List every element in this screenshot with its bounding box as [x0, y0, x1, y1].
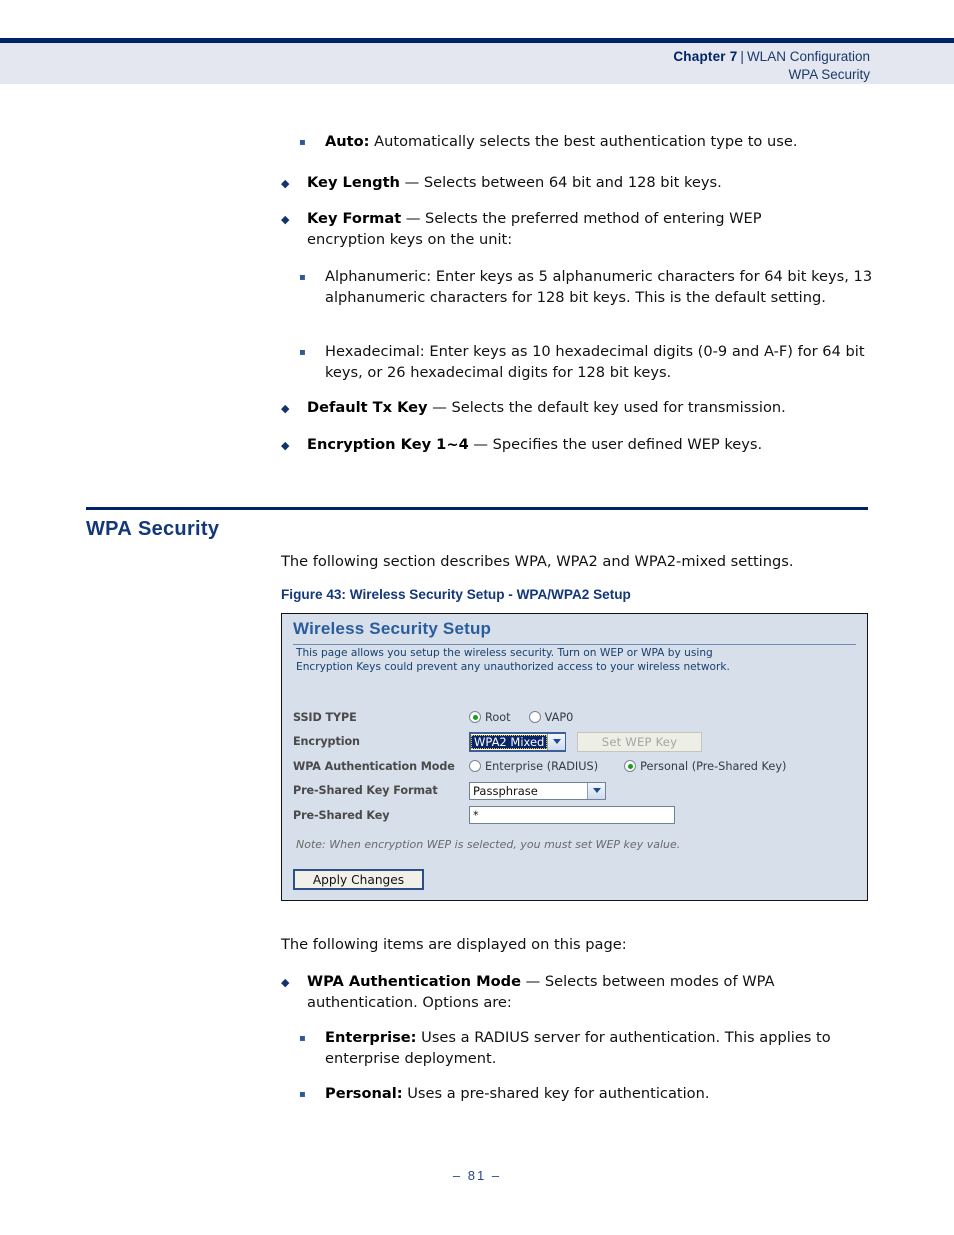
radio-label: VAP0: [544, 710, 574, 724]
form-row-ssid-type: SSID TYPE Root VAP0: [293, 705, 859, 730]
diamond-bullet-icon: ◆: [281, 402, 290, 415]
list-item-text: Hexadecimal: Enter keys as 10 hexadecima…: [325, 343, 865, 381]
section-heading-rest: Security: [137, 518, 220, 540]
list-item-bold: Default Tx Key: [307, 399, 428, 416]
list-item-text: Key Length — Selects between 64 bit and …: [307, 174, 722, 191]
list-item: ◆ Encryption Key 1~4 — Specifies the use…: [281, 434, 871, 456]
ui-title-divider: [293, 644, 856, 645]
form-row-wpa-auth-mode: WPA Authentication Mode Enterprise (RADI…: [293, 754, 859, 779]
psk-label: Pre-Shared Key: [293, 808, 390, 822]
list-item: ◆ WPA Authentication Mode — Selects betw…: [281, 971, 826, 1013]
radio-checked-icon[interactable]: [624, 760, 637, 773]
list-item: ◆ Key Format — Selects the preferred met…: [281, 208, 811, 250]
header-separator: |: [740, 49, 744, 64]
page-header: Chapter 7 | WLAN Configuration WPA Securit…: [0, 38, 954, 84]
section-intro: The following section describes WPA, WPA…: [281, 553, 794, 570]
list-item: ▪ Auto: Automatically selects the best a…: [299, 131, 871, 153]
list-item: ▪ Alphanumeric: Enter keys as 5 alphanum…: [299, 266, 884, 308]
ui-panel-title: Wireless Security Setup: [293, 619, 492, 638]
chapter-label: Chapter 7: [673, 49, 738, 64]
radio-label: Personal (Pre-Shared Key): [640, 759, 787, 773]
header-text-block: Chapter 7 | WLAN Configuration WPA Securit…: [673, 48, 870, 84]
psk-input-value: *: [473, 808, 479, 822]
bottom-intro: The following items are displayed on thi…: [281, 936, 627, 953]
section-heading-first: WPA: [86, 518, 133, 540]
radio-ssid-root[interactable]: Root: [469, 711, 511, 724]
set-wep-key-button[interactable]: Set WEP Key: [577, 731, 702, 752]
diamond-bullet-icon: ◆: [281, 213, 290, 226]
psk-field: *: [469, 806, 675, 825]
diamond-bullet-icon: ◆: [281, 439, 290, 452]
form-row-psk-format: Pre-Shared Key Format Passphrase: [293, 779, 859, 804]
list-item: ◆ Key Length — Selects between 64 bit an…: [281, 172, 871, 194]
radio-unchecked-icon[interactable]: [528, 711, 541, 724]
ui-panel-description: This page allows you setup the wireless …: [296, 647, 851, 674]
list-item-text: Alphanumeric: Enter keys as 5 alphanumer…: [325, 268, 873, 306]
page-title: WPA Security: [86, 518, 219, 541]
psk-input[interactable]: *: [469, 806, 675, 825]
wpa-auth-mode-label: WPA Authentication Mode: [293, 759, 455, 773]
list-item-bold: Key Length: [307, 174, 400, 191]
radio-label: Enterprise (RADIUS): [485, 759, 599, 773]
ssid-type-label: SSID TYPE: [293, 710, 357, 724]
radio-wpa-personal[interactable]: Personal (Pre-Shared Key): [624, 760, 786, 773]
square-bullet-icon: ▪: [299, 272, 306, 283]
encryption-field: WPA2 Mixed Set WEP Key: [469, 731, 702, 752]
square-bullet-icon: ▪: [299, 1089, 306, 1100]
list-item: ▪ Personal: Uses a pre-shared key for au…: [299, 1083, 877, 1105]
list-item: ▪ Enterprise: Uses a RADIUS server for a…: [299, 1027, 877, 1069]
list-item-bold: Encryption Key 1~4: [307, 436, 469, 453]
list-item-bold: WPA Authentication Mode: [307, 973, 522, 990]
figure-wireless-security-setup: Wireless Security Setup This page allows…: [281, 613, 868, 901]
form-row-psk: Pre-Shared Key *: [293, 803, 859, 828]
radio-wpa-enterprise[interactable]: Enterprise (RADIUS): [469, 760, 598, 773]
radio-label: Root: [485, 710, 511, 724]
encryption-select-value: WPA2 Mixed: [471, 734, 548, 749]
ui-description-line-1: This page allows you setup the wireless …: [296, 647, 713, 659]
radio-checked-icon[interactable]: [469, 711, 481, 724]
list-item-text: Key Format — Selects the preferred metho…: [307, 210, 762, 248]
list-item-text: Encryption Key 1~4 — Specifies the user …: [307, 436, 763, 453]
square-bullet-icon: ▪: [299, 347, 306, 358]
list-item-bold: Enterprise:: [325, 1029, 417, 1046]
chevron-down-icon[interactable]: [587, 782, 605, 799]
psk-format-label: Pre-Shared Key Format: [293, 784, 438, 798]
square-bullet-icon: ▪: [299, 1033, 306, 1044]
list-item: ▪ Hexadecimal: Enter keys as 10 hexadeci…: [299, 341, 894, 383]
chevron-down-icon[interactable]: [547, 733, 566, 750]
list-item-text: Enterprise: Uses a RADIUS server for aut…: [325, 1029, 831, 1067]
header-subtitle: WPA Security: [788, 66, 870, 82]
list-item-bold: Key Format: [307, 210, 402, 227]
list-item-bold: Personal:: [325, 1085, 403, 1102]
psk-format-field: Passphrase: [469, 781, 606, 800]
section-divider: [86, 507, 868, 510]
diamond-bullet-icon: ◆: [281, 177, 290, 190]
form-row-encryption: Encryption WPA2 Mixed Set WEP Key: [293, 730, 859, 755]
radio-unchecked-icon[interactable]: [469, 760, 481, 773]
list-item-text: Default Tx Key — Selects the default key…: [307, 399, 786, 416]
radio-ssid-vap0[interactable]: VAP0: [528, 710, 574, 724]
list-item: ◆ Default Tx Key — Selects the default k…: [281, 397, 871, 419]
ui-description-line-2: Encryption Keys could prevent any unauth…: [296, 660, 730, 673]
ui-form: SSID TYPE Root VAP0 Encryption WPA2 Mixe…: [293, 705, 859, 828]
apply-changes-button[interactable]: Apply Changes: [293, 869, 424, 890]
square-bullet-icon: ▪: [299, 137, 306, 148]
list-item-text: WPA Authentication Mode — Selects betwee…: [307, 973, 775, 1011]
list-item-text: Auto: Automatically selects the best aut…: [325, 133, 798, 150]
wpa-auth-mode-radio-group: Enterprise (RADIUS) Personal (Pre-Shared…: [469, 760, 804, 773]
psk-format-select-value: Passphrase: [473, 783, 538, 798]
ui-note: Note: When encryption WEP is selected, y…: [296, 838, 681, 851]
diamond-bullet-icon: ◆: [281, 976, 290, 989]
figure-caption: Figure 43: Wireless Security Setup - WPA…: [281, 587, 631, 602]
chapter-title: WLAN Configuration: [746, 49, 870, 64]
psk-format-select[interactable]: Passphrase: [469, 781, 606, 800]
list-item-bold: Auto:: [325, 133, 370, 150]
ssid-type-radio-group: Root VAP0: [469, 711, 591, 724]
page-footer: – 81 –: [452, 1168, 502, 1183]
list-item-text: Personal: Uses a pre-shared key for auth…: [325, 1085, 710, 1102]
encryption-label: Encryption: [293, 735, 360, 749]
header-chapter-line: Chapter 7 | WLAN Configuration: [673, 48, 870, 66]
encryption-select[interactable]: WPA2 Mixed: [469, 731, 566, 752]
